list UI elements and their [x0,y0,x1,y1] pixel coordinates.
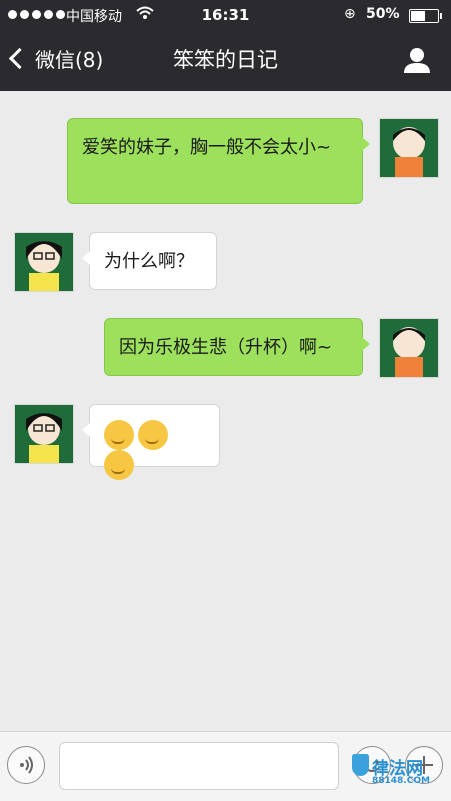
grin-emoji-icon [104,420,134,450]
received-message-bubble[interactable]: 为什么啊？ [82,232,217,290]
grin-emoji-icon [104,450,134,480]
watermark-subtext: 88148.COM [372,776,430,786]
chat-area[interactable]: 爱笑的妹子，胸一般不会太小~ 为什么啊？ 因为乐极生悲（升杯）啊~ [0,91,451,731]
contact-avatar[interactable] [14,232,74,292]
rotation-lock-icon: ⊕ [344,6,356,22]
top-bar: 中国移动 16:31 ⊕ 50% 微信(8) 笨笨的日记 [0,0,451,91]
contact-avatar[interactable] [14,404,74,464]
shield-icon [352,754,369,776]
voice-button[interactable] [7,746,45,784]
my-avatar[interactable] [379,118,439,178]
page-title: 笨笨的日记 [173,48,278,72]
my-avatar[interactable] [379,318,439,378]
grin-emoji-icon [138,420,168,450]
voice-icon [20,756,33,774]
profile-icon[interactable] [403,46,431,74]
battery-icon [409,9,442,23]
sent-message-bubble[interactable]: 爱笑的妹子，胸一般不会太小~ [67,118,370,204]
message-input[interactable] [59,742,339,790]
sent-message-bubble[interactable]: 因为乐极生悲（升杯）啊~ [104,318,370,376]
watermark-logo: 律法网 88148.COM [352,754,430,786]
input-bar: 律法网 88148.COM [0,731,451,801]
status-bar: 中国移动 16:31 ⊕ 50% [0,0,451,30]
received-emoji-bubble[interactable] [82,404,220,480]
battery-percent: 50% [366,6,400,22]
nav-bar: 微信(8) 笨笨的日记 [0,30,451,91]
